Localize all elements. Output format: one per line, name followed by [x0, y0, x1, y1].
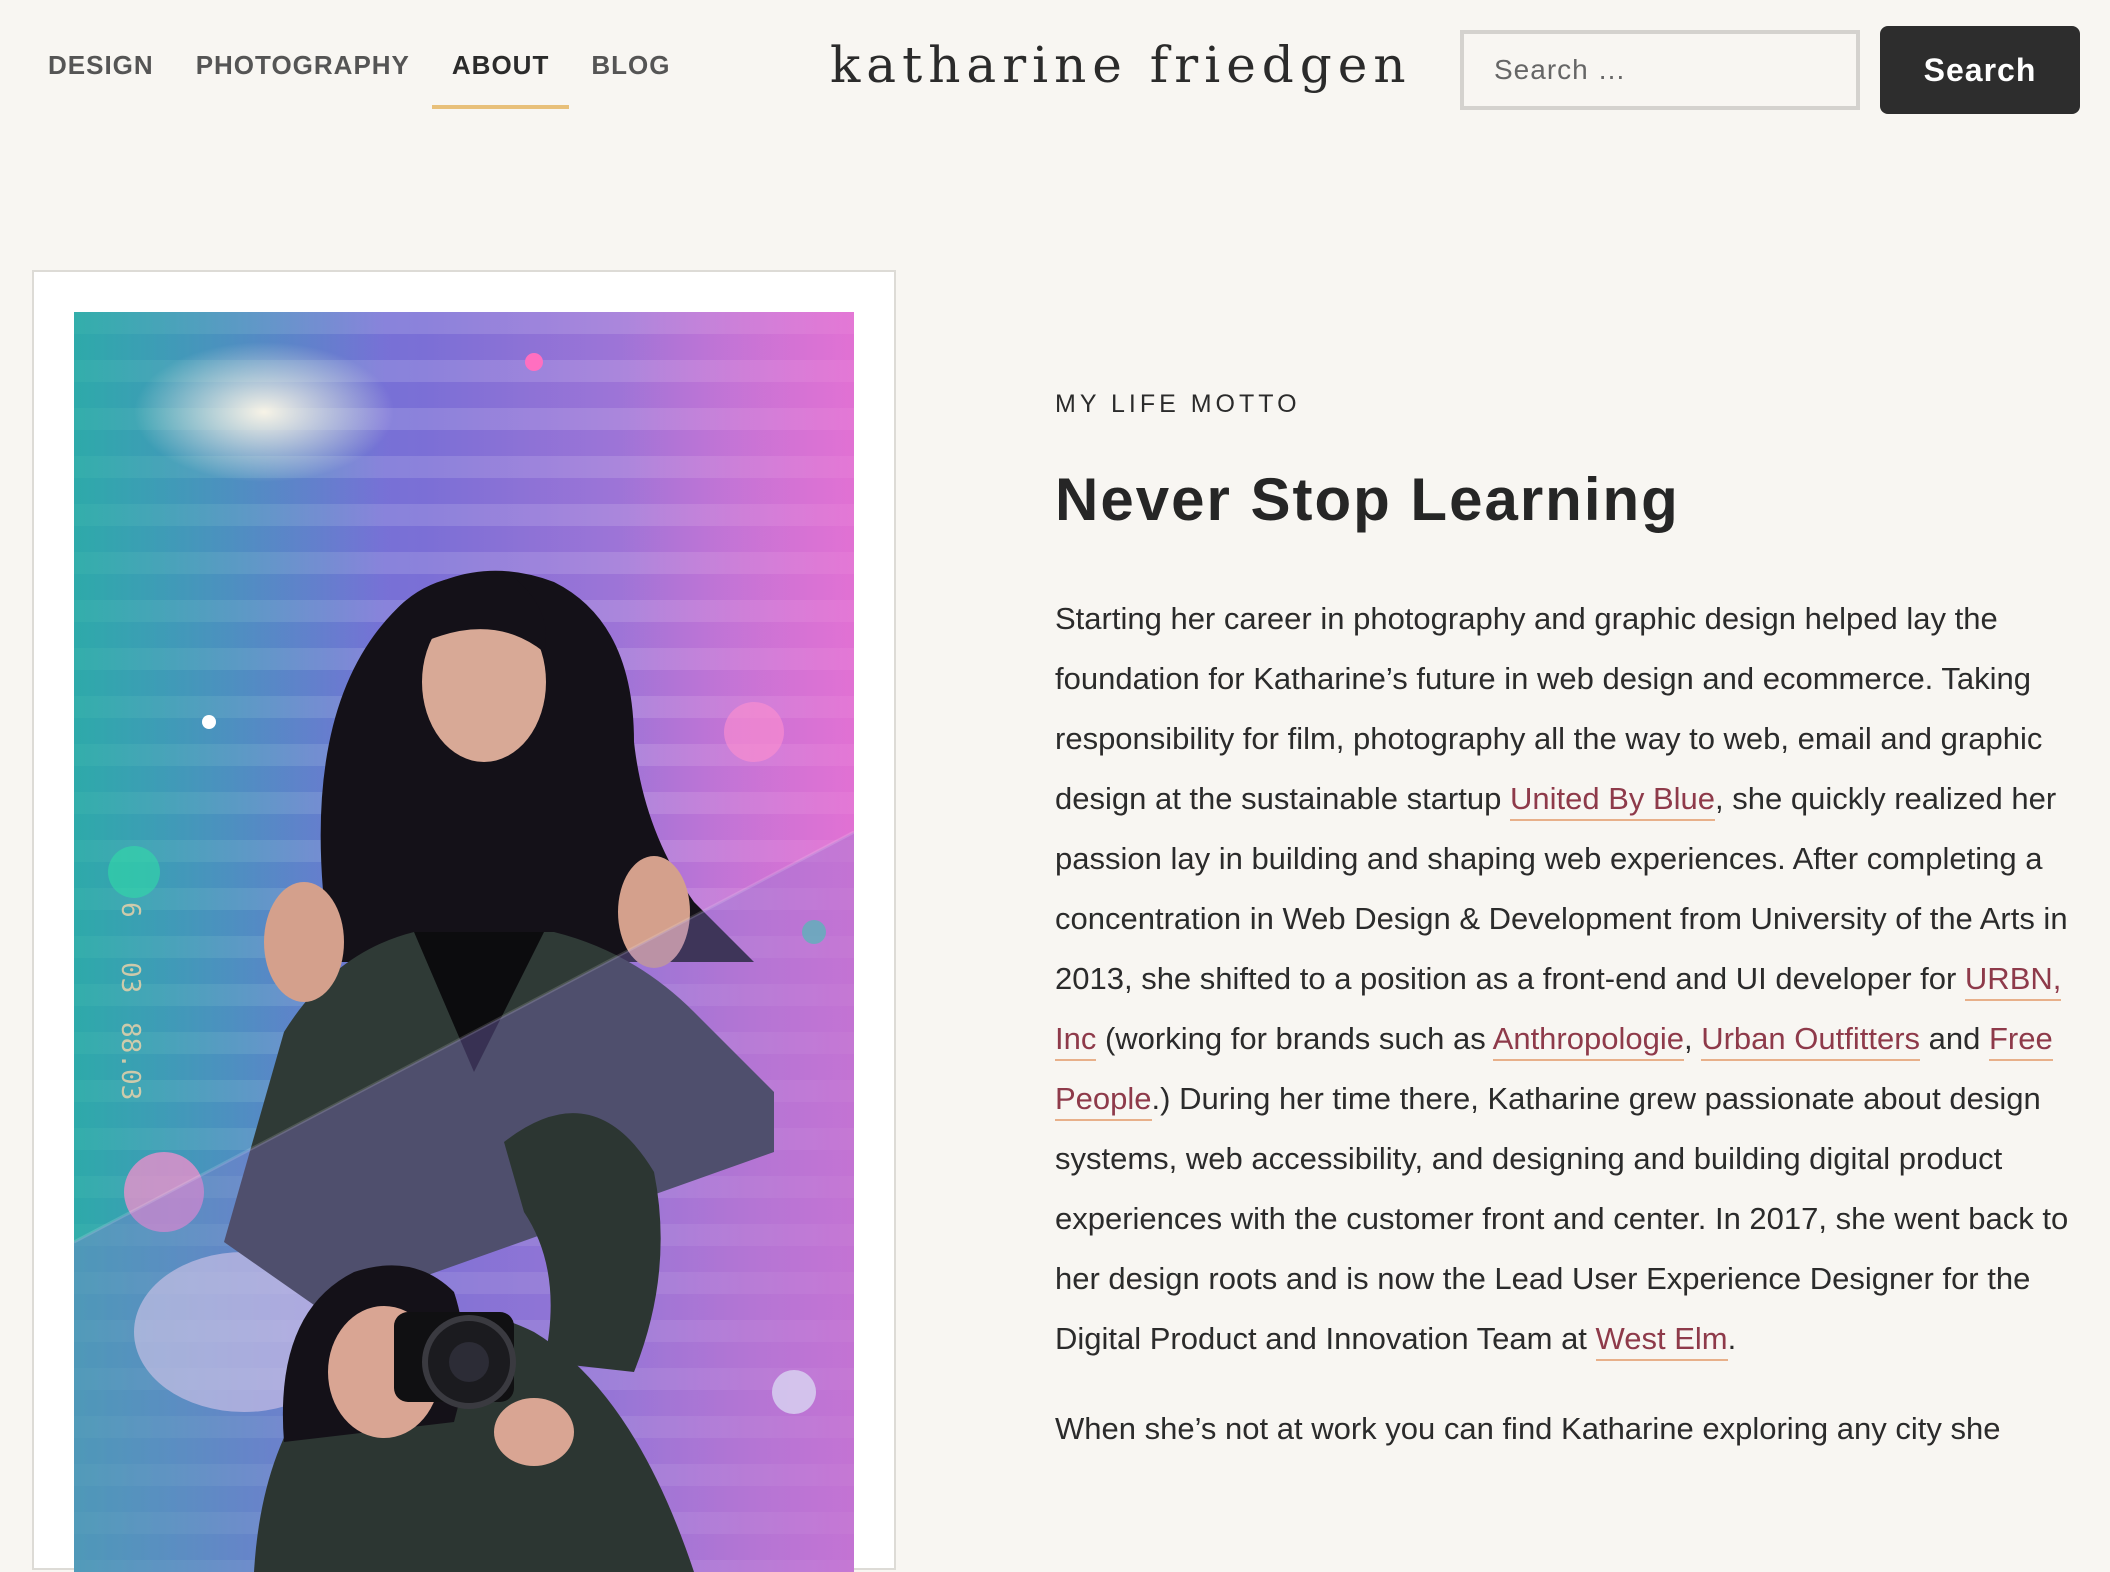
nav-item-about[interactable]: ABOUT: [431, 50, 570, 109]
bio-text-5: and: [1920, 1021, 1989, 1056]
link-urban-outfitters[interactable]: Urban Outfitters: [1701, 1021, 1921, 1061]
main-nav: DESIGN PHOTOGRAPHY ABOUT BLOG: [48, 50, 712, 109]
nav-item-design[interactable]: DESIGN: [48, 50, 154, 99]
bio-text-4: ,: [1683, 1021, 1702, 1056]
search-button[interactable]: Search: [1880, 26, 2080, 114]
search-input[interactable]: [1460, 30, 1860, 110]
search-form: Search: [1460, 26, 2080, 114]
nav-item-blog[interactable]: BLOG: [591, 50, 670, 99]
bio-text-7: .: [1727, 1321, 1737, 1356]
film-mark-date: 88.03: [115, 1022, 145, 1100]
bio-paragraph-2: When she’s not at work you can find Kath…: [1055, 1411, 2001, 1446]
bio-paragraph: Starting her career in photography and g…: [1055, 589, 2085, 1369]
film-mark-code: 03: [115, 962, 145, 993]
film-mark-frame: 6: [115, 902, 145, 918]
link-united-by-blue[interactable]: United By Blue: [1509, 781, 1716, 821]
link-anthropologie[interactable]: Anthropologie: [1492, 1021, 1684, 1061]
site-title-logo[interactable]: katharine friedgen: [830, 36, 1412, 94]
bio-text-6: .) During her time there, Katharine grew…: [1055, 1081, 2069, 1356]
section-eyebrow: MY LIFE MOTTO: [1055, 390, 1301, 418]
nav-item-photography[interactable]: PHOTOGRAPHY: [196, 50, 410, 99]
photo-frame: 6 03 88.03: [32, 270, 896, 1572]
bio-text-3: (working for brands such as: [1096, 1021, 1493, 1056]
portrait-photo: 6 03 88.03: [74, 312, 854, 1572]
about-content: MY LIFE MOTTO Never Stop Learning Starti…: [1055, 390, 2085, 1489]
page-headline: Never Stop Learning: [1055, 466, 1680, 533]
link-west-elm[interactable]: West Elm: [1595, 1321, 1728, 1361]
